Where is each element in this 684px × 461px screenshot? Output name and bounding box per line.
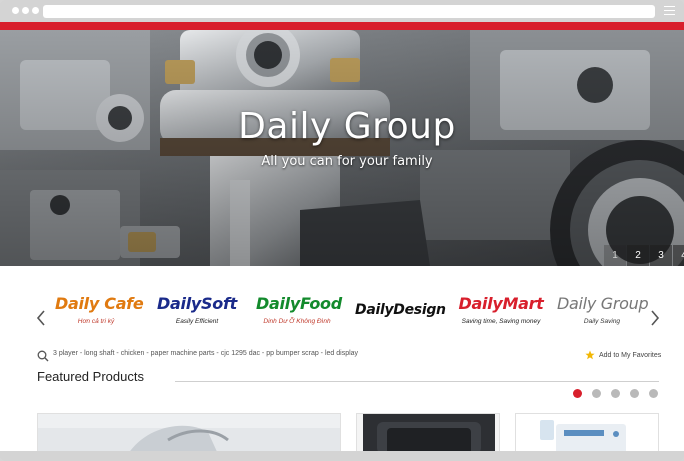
- window-controls: [12, 7, 39, 14]
- brand-tagline: Saving time, Saving money: [461, 318, 541, 325]
- product-card[interactable]: [515, 413, 659, 451]
- product-image: [357, 414, 499, 451]
- address-bar[interactable]: [43, 5, 655, 18]
- brand-name: Daily Cafe: [55, 294, 144, 313]
- browser-titlebar: [0, 0, 684, 24]
- brand-carousel: Daily Cafe Hơn cả tri kỷ DailySoft Easil…: [0, 294, 684, 342]
- brand-logo-dailydesign[interactable]: DailyDesign: [355, 302, 446, 350]
- featured-page-dot-1[interactable]: [573, 389, 582, 398]
- brand-name: DailyFood: [256, 294, 342, 313]
- product-card[interactable]: [37, 413, 341, 451]
- search-icon[interactable]: [37, 349, 49, 362]
- brand-name: DailySoft: [157, 294, 237, 313]
- top-accent-bar: [0, 22, 684, 30]
- brand-logo-daily-group[interactable]: Daily Group Daily Saving: [557, 294, 649, 342]
- featured-pagination: [573, 389, 668, 398]
- brand-name: DailyMart: [458, 294, 544, 313]
- favorites-label: Add to My Favorites: [599, 351, 662, 359]
- window-dot-minimize[interactable]: [22, 7, 29, 14]
- product-image: [38, 414, 340, 451]
- add-to-favorites-link[interactable]: Add to My Favorites: [585, 348, 661, 362]
- brand-name: Daily Group: [557, 294, 649, 313]
- slide-button-2[interactable]: 2: [627, 245, 649, 266]
- brand-logo-daily-cafe[interactable]: Daily Cafe Hơn cả tri kỷ: [55, 294, 144, 342]
- brand-name: DailyDesign: [355, 302, 446, 318]
- featured-page-dot-3[interactable]: [611, 389, 620, 398]
- featured-page-dot-4[interactable]: [630, 389, 639, 398]
- star-icon: [585, 350, 595, 360]
- featured-page-dot-5[interactable]: [649, 389, 658, 398]
- window-dot-close[interactable]: [12, 7, 19, 14]
- section-title: Featured Products: [37, 369, 144, 384]
- brand-tagline: Dinh Dư Ỡ Không Đình: [263, 318, 331, 325]
- section-divider: [175, 381, 659, 382]
- product-card[interactable]: [356, 413, 500, 451]
- search-keywords[interactable]: 3 player - long shaft - chicken - paper …: [53, 350, 358, 357]
- browser-bottom-bar: [0, 451, 684, 461]
- brand-logo-dailymart[interactable]: DailyMart Saving time, Saving money: [458, 294, 544, 342]
- slide-button-1[interactable]: 1: [604, 245, 626, 266]
- brand-tagline: Hơn cả tri kỷ: [77, 318, 115, 325]
- hero-subtitle: All you can for your family: [261, 154, 433, 169]
- brand-tagline: Easily Efficient: [175, 318, 219, 325]
- hero-background-image: [0, 30, 684, 266]
- slide-button-4[interactable]: 4: [673, 245, 684, 266]
- slider-pagination: 1 2 3 4: [603, 245, 684, 266]
- chevron-right-icon[interactable]: [648, 308, 662, 328]
- brand-logo-dailysoft[interactable]: DailySoft Easily Efficient: [154, 294, 240, 342]
- browser-window: Daily Group All you can for your family …: [0, 0, 684, 461]
- popular-searches: 3 player - long shaft - chicken - paper …: [0, 348, 684, 362]
- hero-banner: Daily Group All you can for your family …: [0, 30, 684, 266]
- brand-tagline: Daily Saving: [583, 318, 621, 325]
- hamburger-icon[interactable]: [664, 6, 675, 17]
- slide-button-3[interactable]: 3: [650, 245, 672, 266]
- window-dot-maximize[interactable]: [32, 7, 39, 14]
- brand-logo-dailyfood[interactable]: DailyFood Dinh Dư Ỡ Không Đình: [256, 294, 342, 342]
- hero-title: Daily Group: [238, 106, 456, 147]
- product-image: [516, 414, 658, 451]
- page-content: Daily Group All you can for your family …: [0, 30, 684, 451]
- chevron-left-icon[interactable]: [34, 308, 48, 328]
- featured-page-dot-2[interactable]: [592, 389, 601, 398]
